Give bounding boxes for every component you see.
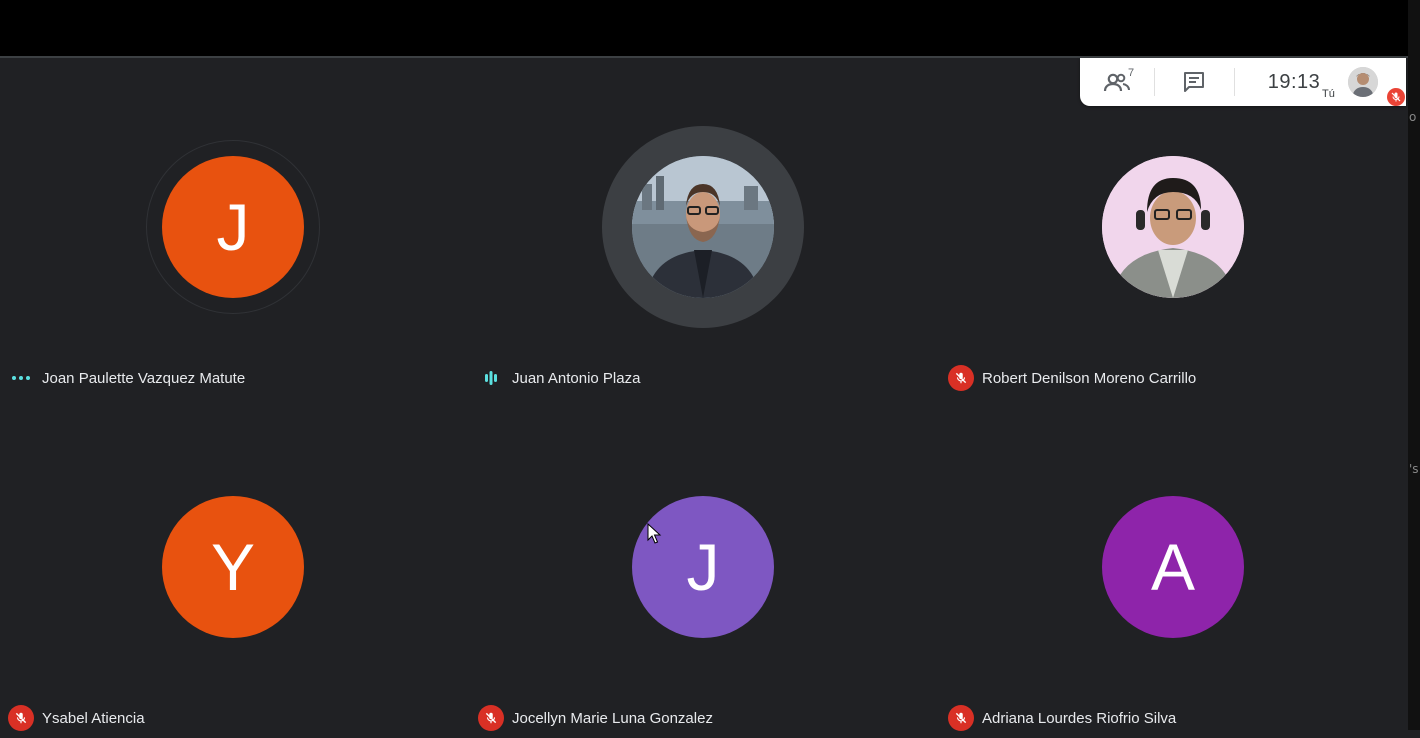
edge-glyph: 's	[1409, 462, 1419, 476]
participant-tile[interactable]: Juan Antonio Plaza	[470, 58, 940, 398]
avatar-ring	[146, 140, 320, 314]
participant-name: Joan Paulette Vazquez Matute	[42, 369, 246, 387]
participant-tile[interactable]: J Jocellyn Marie Luna Gonzalez	[470, 398, 940, 738]
mic-off-icon	[8, 705, 34, 731]
participant-photo	[632, 156, 774, 298]
top-black-bar	[0, 0, 1408, 56]
mic-off-icon	[948, 365, 974, 391]
mouse-cursor-icon	[647, 523, 662, 544]
edge-glyph: o	[1409, 110, 1417, 124]
participant-tile[interactable]: Robert Denilson Moreno Carrillo	[940, 58, 1410, 398]
avatar-initial: J	[686, 530, 720, 604]
participant-photo	[1102, 156, 1244, 298]
participant-name: Adriana Lourdes Riofrio Silva	[982, 709, 1177, 727]
audio-level-icon	[478, 365, 504, 391]
avatar: J	[632, 496, 774, 638]
participant-name: Ysabel Atiencia	[42, 709, 145, 727]
avatar-initial: Y	[210, 530, 256, 604]
participant-name: Jocellyn Marie Luna Gonzalez	[512, 709, 713, 727]
avatar-initial: A	[1150, 530, 1196, 604]
avatar: A	[1102, 496, 1244, 638]
avatar	[1102, 156, 1244, 298]
connecting-dots-icon	[8, 365, 34, 391]
participant-tile[interactable]: Y Ysabel Atiencia	[0, 398, 470, 738]
participant-tile[interactable]: A Adriana Lourdes Riofrio Silva	[940, 398, 1410, 738]
avatar: Y	[162, 496, 304, 638]
participant-tile[interactable]: J Joan Paulette Vazquez Matute	[0, 58, 470, 398]
mic-off-icon	[478, 705, 504, 731]
avatar	[632, 156, 774, 298]
participant-name: Juan Antonio Plaza	[512, 369, 641, 387]
mic-off-icon	[948, 705, 974, 731]
participant-name: Robert Denilson Moreno Carrillo	[982, 369, 1197, 387]
